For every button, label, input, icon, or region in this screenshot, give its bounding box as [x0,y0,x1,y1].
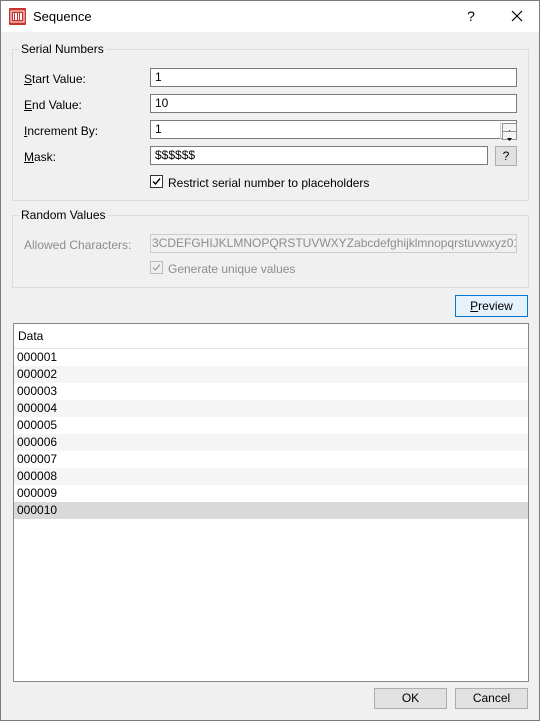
mask-help-button[interactable]: ? [495,146,517,166]
table-row[interactable]: 000002 [14,366,528,383]
ok-button[interactable]: OK [374,688,447,709]
mask-label: Mask: [24,150,57,164]
table-row[interactable]: 000009 [14,485,528,502]
restrict-label[interactable]: Restrict serial number to placeholders [168,176,369,190]
end-value-label: End Value: [24,98,82,112]
data-grid[interactable]: Data 000001 000002 000003 000004 000005 00000… [13,323,529,682]
cancel-button[interactable]: Cancel [455,688,528,709]
close-button[interactable] [497,2,537,30]
restrict-checkbox[interactable] [150,175,163,188]
barcode-icon [9,8,26,25]
close-icon [511,10,523,22]
table-row[interactable]: 000001 [14,349,528,366]
start-value-field[interactable]: 1 [150,68,517,87]
grid-header-data[interactable]: Data [14,324,528,349]
table-row[interactable]: 000006 [14,434,528,451]
random-values-title: Random Values [19,208,108,222]
chevron-down-icon [507,138,512,141]
sequence-dialog: Sequence ? Serial Numbers Start Value: 1… [0,0,540,721]
checkmark-icon [152,264,161,272]
table-row[interactable]: 000010 [14,502,528,519]
unique-values-checkbox [150,261,163,274]
spin-down-button[interactable] [502,131,517,141]
increment-by-stepper[interactable]: 1 [150,120,517,139]
window-title: Sequence [33,9,92,24]
title-bar: Sequence ? [1,1,539,32]
table-row[interactable]: 000005 [14,417,528,434]
unique-values-label: Generate unique values [168,262,296,276]
table-row[interactable]: 000007 [14,451,528,468]
help-button[interactable]: ? [457,2,485,30]
table-row[interactable]: 000008 [14,468,528,485]
grid-rows: 000001 000002 000003 000004 000005 000006 0000… [14,349,528,519]
allowed-characters-label: Allowed Characters: [24,238,132,252]
allowed-characters-field: 3CDEFGHIJKLMNOPQRSTUVWXYZabcdefghijklmno… [150,234,517,253]
preview-button[interactable]: Preview [455,295,528,317]
increment-spinner[interactable] [500,122,517,141]
increment-by-label: Increment By: [24,124,99,138]
mask-field[interactable]: $$$$$$ [150,146,488,165]
serial-numbers-title: Serial Numbers [19,42,106,56]
start-value-label: Start Value: [24,72,86,86]
table-row[interactable]: 000004 [14,400,528,417]
table-row[interactable]: 000003 [14,383,528,400]
checkmark-icon [152,178,161,186]
end-value-field[interactable]: 10 [150,94,517,113]
